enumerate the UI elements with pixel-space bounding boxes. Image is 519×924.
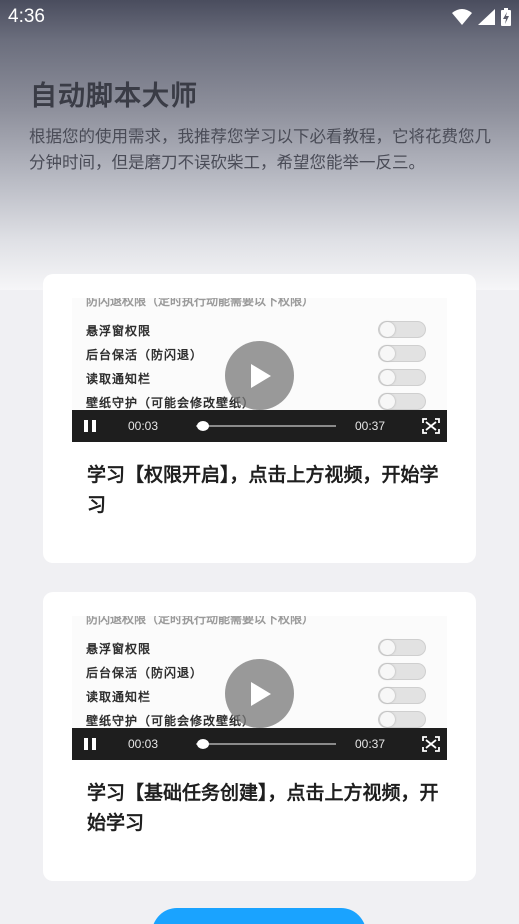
- cell-signal-icon: [478, 9, 495, 29]
- fullscreen-icon[interactable]: [422, 418, 440, 437]
- card-caption: 学习【基础任务创建】，点击上方视频，开始学习: [87, 782, 439, 834]
- tutorial-card-basic-task[interactable]: 防闪退权限（定时执行动能需要以下权限） 悬浮窗权限 后台保活（防闪退） 读取通知…: [43, 592, 476, 881]
- perm-row: 悬浮窗权限: [86, 639, 436, 657]
- toggle-switch: [378, 345, 426, 362]
- perm-label: 悬浮窗权限: [86, 324, 152, 338]
- toggle-switch: [378, 687, 426, 704]
- app-title: 自动脚本大师: [30, 81, 198, 112]
- video-cut-text: 防闪退权限（定时执行动能需要以下权限）: [86, 298, 315, 308]
- play-icon: [251, 364, 271, 388]
- duration: 00:37: [355, 737, 386, 751]
- status-bar: 4:36: [0, 0, 519, 34]
- perm-label: 读取通知栏: [86, 372, 152, 386]
- current-time: 00:03: [128, 737, 159, 751]
- toggle-switch: [378, 639, 426, 656]
- perm-row: 悬浮窗权限: [86, 321, 436, 339]
- video-player[interactable]: 防闪退权限（定时执行动能需要以下权限） 悬浮窗权限 后台保活（防闪退） 读取通知…: [72, 298, 447, 442]
- seek-bar[interactable]: [196, 743, 336, 745]
- video-player[interactable]: 防闪退权限（定时执行动能需要以下权限） 悬浮窗权限 后台保活（防闪退） 读取通知…: [72, 616, 447, 760]
- seek-bar[interactable]: [196, 425, 336, 427]
- wifi-icon: [452, 9, 472, 29]
- status-icons: [452, 8, 511, 30]
- toggle-switch: [378, 663, 426, 680]
- pause-icon[interactable]: [84, 420, 98, 435]
- fullscreen-icon[interactable]: [422, 736, 440, 755]
- battery-charging-icon: [501, 8, 511, 30]
- app-description: 根据您的使用需求，我推荐您学习以下必看教程，它将花费您几分钟时间，但是磨刀不误砍…: [29, 127, 491, 172]
- card-caption: 学习【权限开启】，点击上方视频，开始学习: [87, 464, 439, 516]
- video-controls: 00:03 00:37: [72, 410, 447, 442]
- toggle-switch: [378, 393, 426, 410]
- perm-label: 读取通知栏: [86, 690, 152, 704]
- video-cut-text: 防闪退权限（定时执行动能需要以下权限）: [86, 616, 315, 626]
- duration: 00:37: [355, 419, 386, 433]
- perm-label: 壁纸守护（可能会修改壁纸）: [86, 396, 256, 410]
- current-time: 00:03: [128, 419, 159, 433]
- play-button[interactable]: [225, 659, 294, 728]
- tutorial-card-permissions[interactable]: 防闪退权限（定时执行动能需要以下权限） 悬浮窗权限 后台保活（防闪退） 读取通知…: [43, 274, 476, 563]
- video-controls: 00:03 00:37: [72, 728, 447, 760]
- play-button[interactable]: [225, 341, 294, 410]
- status-time: 4:36: [8, 6, 45, 27]
- seek-knob[interactable]: [197, 739, 210, 749]
- pause-icon[interactable]: [84, 738, 98, 753]
- play-icon: [251, 682, 271, 706]
- perm-label: 后台保活（防闪退）: [86, 348, 204, 362]
- perm-label: 悬浮窗权限: [86, 642, 152, 656]
- bottom-action-button[interactable]: [152, 908, 366, 924]
- toggle-switch: [378, 711, 426, 728]
- toggle-switch: [378, 369, 426, 386]
- seek-knob[interactable]: [197, 421, 210, 431]
- perm-label: 后台保活（防闪退）: [86, 666, 204, 680]
- perm-label: 壁纸守护（可能会修改壁纸）: [86, 714, 256, 728]
- toggle-switch: [378, 321, 426, 338]
